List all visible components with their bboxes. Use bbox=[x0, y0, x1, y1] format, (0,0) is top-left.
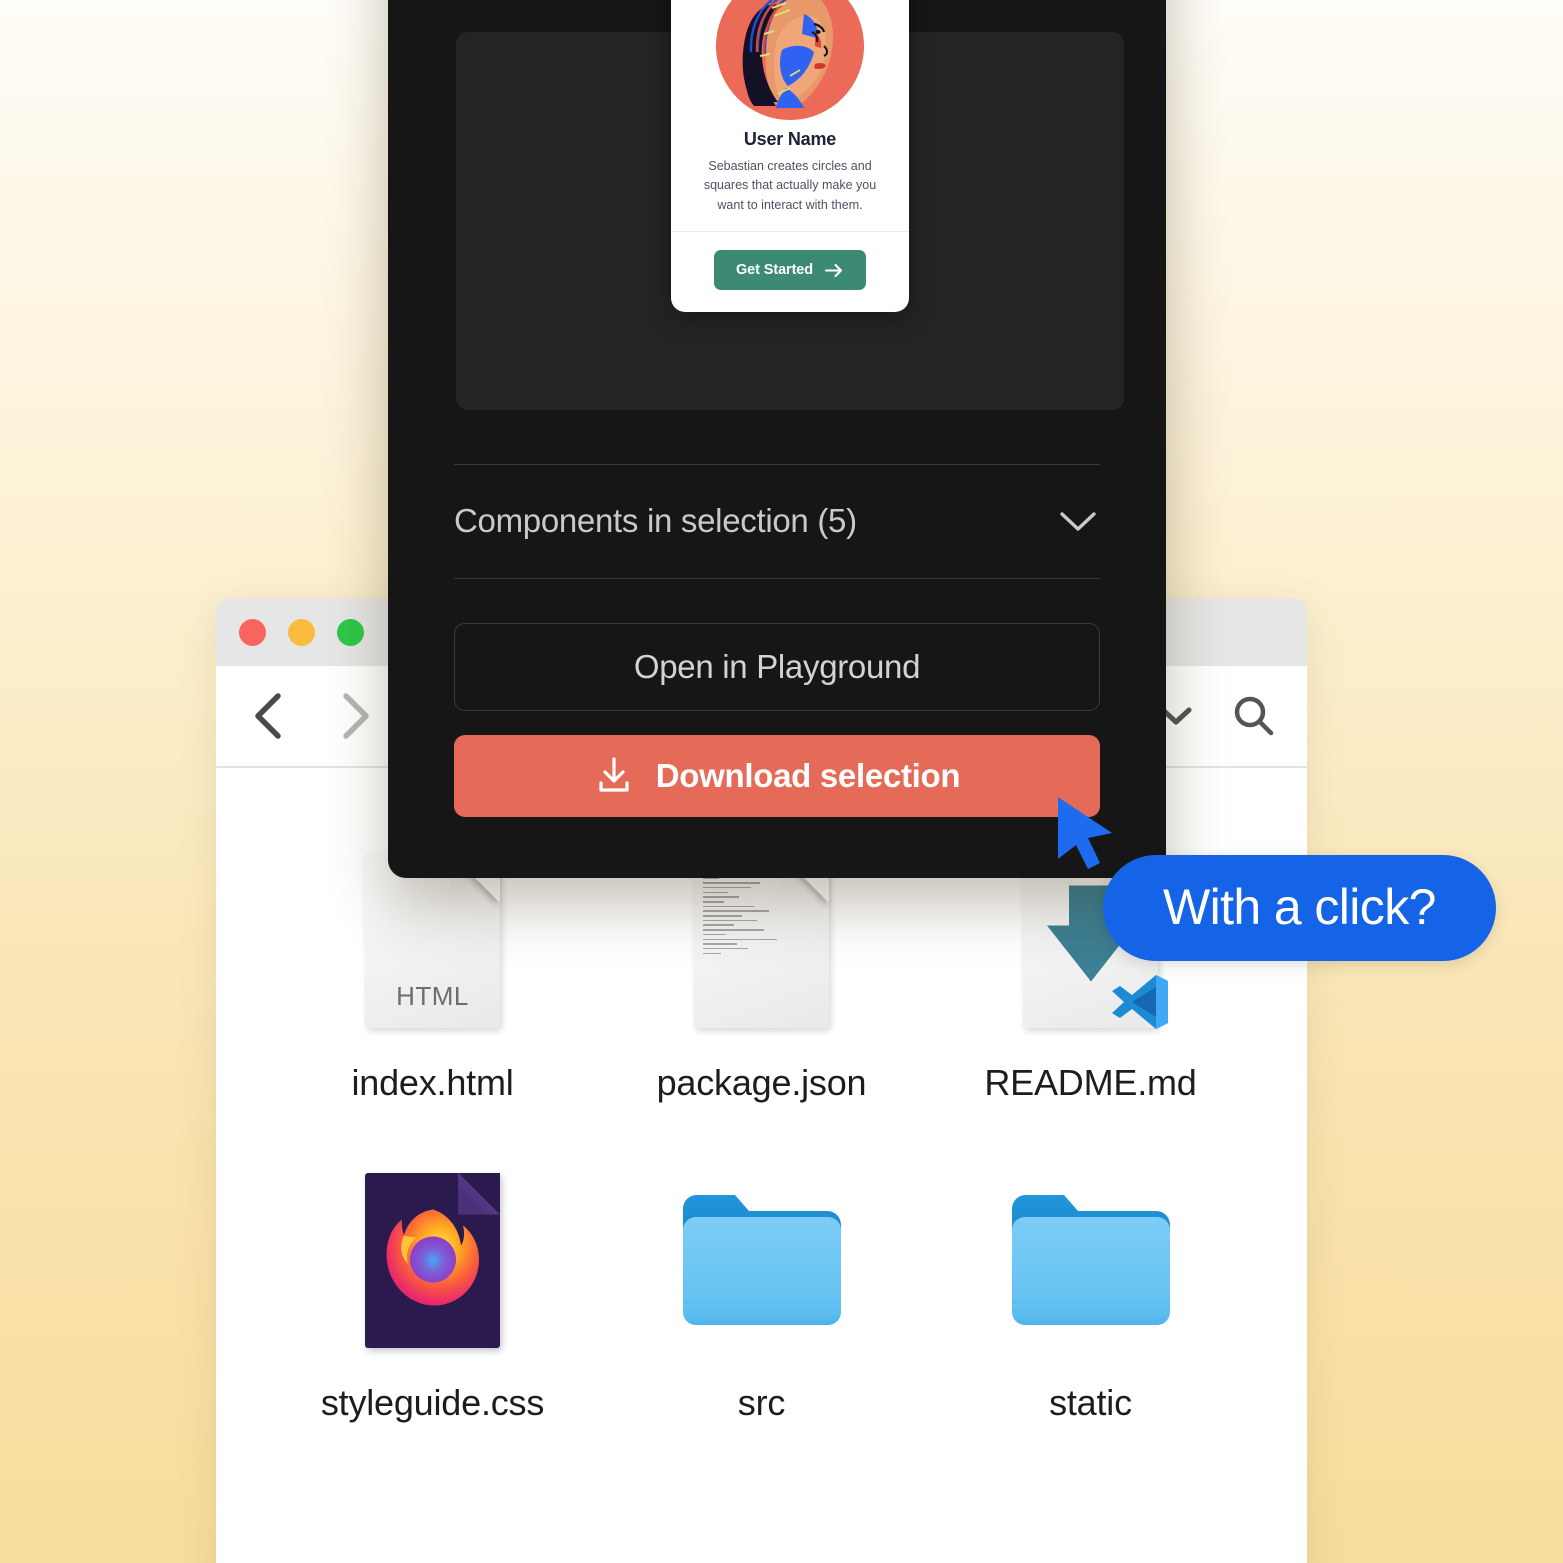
download-icon bbox=[599, 757, 629, 792]
file-item-package-json[interactable]: package.json bbox=[597, 840, 926, 1104]
preview-profile-card: User Name Sebastian creates circles and … bbox=[671, 0, 909, 313]
search-icon[interactable] bbox=[1231, 693, 1277, 739]
folder-label: src bbox=[737, 1382, 786, 1423]
component-preview-stage: User Name Sebastian creates circles and … bbox=[456, 0, 1124, 410]
file-label: README.md bbox=[984, 1062, 1197, 1103]
open-in-playground-button[interactable]: Open in Playground bbox=[454, 623, 1100, 711]
forward-arrow-icon[interactable] bbox=[324, 686, 384, 746]
folder-icon bbox=[991, 1160, 1191, 1360]
panel-divider-bottom bbox=[454, 578, 1100, 579]
card-user-name: User Name bbox=[743, 129, 837, 149]
screenshot-stage: HTML index.html package.json README.md s… bbox=[0, 0, 1563, 1563]
window-zoom-button[interactable] bbox=[337, 618, 364, 646]
annotation-speech-bubble: With a click? bbox=[1103, 855, 1496, 961]
components-in-selection-row[interactable]: Components in selection (5) bbox=[454, 464, 1100, 578]
card-description: Sebastian creates circles and squares th… bbox=[703, 159, 877, 212]
avatar-wrapper bbox=[671, 0, 909, 120]
file-item-styleguide-css[interactable]: styleguide.css bbox=[268, 1160, 597, 1424]
chevron-down-icon[interactable] bbox=[1056, 507, 1100, 535]
file-label: package.json bbox=[656, 1062, 867, 1103]
card-cta-wrapper: Get Started bbox=[671, 232, 909, 312]
avatar bbox=[716, 0, 864, 120]
annotation-text: With a click? bbox=[1163, 879, 1436, 935]
mouse-cursor-icon bbox=[1050, 793, 1122, 882]
get-started-button[interactable]: Get Started bbox=[713, 250, 867, 291]
window-close-button[interactable] bbox=[239, 618, 266, 646]
back-arrow-icon[interactable] bbox=[238, 686, 298, 746]
file-item-index-html[interactable]: HTML index.html bbox=[268, 840, 597, 1104]
window-minimize-button[interactable] bbox=[288, 618, 315, 646]
file-type-badge: HTML bbox=[396, 980, 469, 1011]
folder-item-src[interactable]: src bbox=[597, 1160, 926, 1424]
firefox-document-icon bbox=[333, 1160, 533, 1360]
arrow-right-icon bbox=[825, 263, 843, 277]
plugin-panel: User Name Sebastian creates circles and … bbox=[388, 0, 1166, 878]
portrait-illustration-icon bbox=[716, 0, 864, 120]
folder-item-static[interactable]: static bbox=[926, 1160, 1255, 1424]
open-in-playground-label: Open in Playground bbox=[633, 648, 921, 685]
download-selection-label: Download selection bbox=[655, 757, 961, 794]
download-selection-button[interactable]: Download selection bbox=[454, 735, 1100, 817]
folder-label: static bbox=[1049, 1382, 1132, 1423]
file-label: styleguide.css bbox=[320, 1382, 545, 1423]
file-label: index.html bbox=[351, 1062, 514, 1103]
components-in-selection-label: Components in selection (5) bbox=[454, 502, 857, 539]
vscode-badge-icon bbox=[1106, 969, 1172, 1040]
folder-icon bbox=[662, 1160, 862, 1360]
get-started-label: Get Started bbox=[735, 262, 814, 279]
firefox-logo-icon bbox=[377, 1202, 489, 1319]
